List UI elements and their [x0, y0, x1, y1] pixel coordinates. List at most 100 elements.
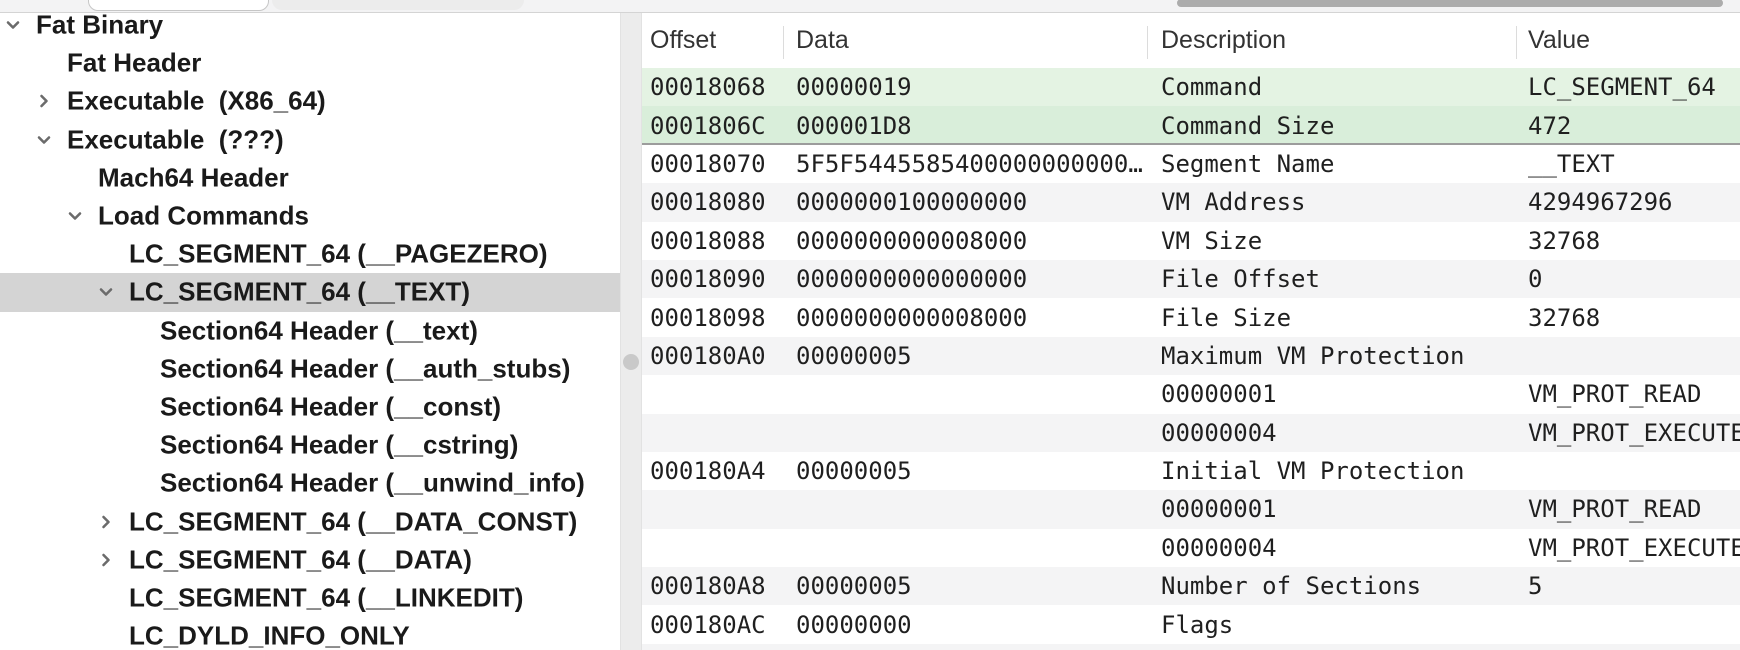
tree-item[interactable]: Load Commands: [0, 197, 620, 235]
tree-item[interactable]: Executable (???): [0, 121, 620, 159]
table-row[interactable]: 000180980000000000008000File Size32768: [642, 298, 1740, 336]
search-field-remnant[interactable]: [88, 0, 269, 11]
table-row[interactable]: 00000004VM_PROT_EXECUTE: [642, 414, 1740, 452]
toolbar-remnant: [0, 0, 1740, 13]
tree-item-label: Fat Header: [67, 48, 201, 79]
cell-value: 32768: [1516, 227, 1740, 255]
cell-description: VM Address: [1147, 188, 1516, 216]
tree-item[interactable]: Section64 Header (__text): [0, 312, 620, 350]
cell-offset: 00018070: [642, 150, 783, 178]
splitter-handle-dot[interactable]: [623, 354, 639, 370]
tree-item-label: Section64 Header (__auth_stubs): [160, 353, 570, 384]
tree-item[interactable]: Executable (X86_64): [0, 82, 620, 120]
cell-offset: 00018080: [642, 188, 783, 216]
cell-value: LC_SEGMENT_64: [1516, 73, 1740, 101]
cell-value: 5: [1516, 572, 1740, 600]
cell-value: 0: [1516, 265, 1740, 293]
table-row[interactable]: 000180880000000000008000VM Size32768: [642, 222, 1740, 260]
tree-item-label: Executable (???): [67, 124, 284, 155]
tree-item-label: Executable (X86_64): [67, 86, 326, 117]
table-row[interactable]: 00000004VM_PROT_EXECUTE: [642, 529, 1740, 567]
chevron-down-icon[interactable]: [1, 13, 25, 37]
table-row[interactable]: [642, 644, 1740, 650]
cell-offset: 000180A4: [642, 457, 783, 485]
tree-item[interactable]: Section64 Header (__const): [0, 388, 620, 426]
tree-item[interactable]: Fat Binary: [0, 13, 620, 44]
chevron-down-icon[interactable]: [32, 128, 56, 152]
cell-description: 00000004: [1147, 534, 1516, 562]
cell-description: 00000001: [1147, 380, 1516, 408]
tree-item-label: LC_SEGMENT_64 (__DATA): [129, 544, 472, 575]
tree-item[interactable]: Section64 Header (__cstring): [0, 426, 620, 464]
table-row[interactable]: 000180A000000005Maximum VM Protection: [642, 337, 1740, 375]
tree-item[interactable]: Section64 Header (__unwind_info): [0, 464, 620, 502]
cell-data: 00000005: [783, 342, 1147, 370]
tree-item[interactable]: Section64 Header (__auth_stubs): [0, 350, 620, 388]
chevron-right-icon[interactable]: [94, 510, 118, 534]
chevron-down-icon[interactable]: [94, 280, 118, 304]
tree-item[interactable]: LC_SEGMENT_64 (__PAGEZERO): [0, 235, 620, 273]
tree-item[interactable]: LC_SEGMENT_64 (__LINKEDIT): [0, 579, 620, 617]
table-row[interactable]: 0001806C000001D8Command Size472: [642, 106, 1740, 144]
cell-description: Command Size: [1147, 112, 1516, 140]
sidebar-tree: Fat Binary Fat Header Executable (X86_64) E…: [0, 13, 620, 650]
table-row[interactable]: 00000001VM_PROT_READ: [642, 490, 1740, 528]
tree-item-label: LC_SEGMENT_64 (__PAGEZERO): [129, 239, 548, 270]
cell-offset: 000180AC: [642, 611, 783, 639]
cell-value: VM_PROT_READ: [1516, 380, 1740, 408]
cell-offset: 00018068: [642, 73, 783, 101]
scrollbar-remnant[interactable]: [1177, 0, 1723, 7]
cell-offset: 00018088: [642, 227, 783, 255]
column-header-description[interactable]: Description: [1147, 26, 1516, 55]
tree-item-label: Load Commands: [98, 201, 309, 232]
chevron-down-icon[interactable]: [63, 204, 87, 228]
binary-inspector-window: Fat Binary Fat Header Executable (X86_64) E…: [0, 0, 1740, 650]
table-row[interactable]: 000180A800000005Number of Sections5: [642, 567, 1740, 605]
cell-data: 00000005: [783, 572, 1147, 600]
cell-description: Command: [1147, 73, 1516, 101]
cell-description: 00000004: [1147, 419, 1516, 447]
cell-offset: 00018090: [642, 265, 783, 293]
table-row[interactable]: 0001806800000019CommandLC_SEGMENT_64: [642, 68, 1740, 106]
column-separator[interactable]: [1147, 26, 1148, 59]
cell-data: 0000000100000000: [783, 188, 1147, 216]
pane-splitter[interactable]: [620, 13, 642, 650]
table-row[interactable]: 000180AC00000000Flags: [642, 605, 1740, 643]
chevron-right-icon[interactable]: [32, 89, 56, 113]
cell-value: VM_PROT_EXECUTE: [1516, 419, 1740, 447]
cell-value: 32768: [1516, 304, 1740, 332]
table-row[interactable]: 000180705F5F5445585400000000000…Segment …: [642, 145, 1740, 183]
table-row[interactable]: 000180A400000005Initial VM Protection: [642, 452, 1740, 490]
column-separator[interactable]: [1516, 26, 1517, 59]
column-header-data[interactable]: Data: [783, 26, 1147, 55]
cell-data: 0000000000008000: [783, 227, 1147, 255]
cell-description: Flags: [1147, 611, 1516, 639]
column-header-offset[interactable]: Offset: [642, 26, 783, 55]
tree-item[interactable]: Fat Header: [0, 44, 620, 82]
cell-value: 472: [1516, 112, 1740, 140]
tree-item-label: Fat Binary: [36, 13, 163, 41]
cell-description: File Offset: [1147, 265, 1516, 293]
detail-table: OffsetDataDescriptionValue 0001806800000…: [642, 13, 1740, 650]
cell-offset: 000180A8: [642, 572, 783, 600]
cell-offset: 0001806C: [642, 112, 783, 140]
tree-item[interactable]: LC_SEGMENT_64 (__DATA_CONST): [0, 502, 620, 540]
tree-item[interactable]: Mach64 Header: [0, 159, 620, 197]
cell-data: 00000005: [783, 457, 1147, 485]
column-separator[interactable]: [783, 26, 784, 59]
column-header-value[interactable]: Value: [1516, 26, 1740, 55]
cell-value: __TEXT: [1516, 150, 1740, 178]
tree-item[interactable]: LC_DYLD_INFO_ONLY: [0, 617, 620, 650]
table-row[interactable]: 00000001VM_PROT_READ: [642, 375, 1740, 413]
tree: Fat Binary Fat Header Executable (X86_64) E…: [0, 13, 620, 650]
tree-item[interactable]: LC_SEGMENT_64 (__DATA): [0, 541, 620, 579]
chevron-right-icon[interactable]: [94, 548, 118, 572]
cell-description: File Size: [1147, 304, 1516, 332]
cell-data: 5F5F5445585400000000000…: [783, 150, 1147, 178]
tree-item-label: LC_SEGMENT_64 (__TEXT): [129, 277, 470, 308]
table-row[interactable]: 000180800000000100000000VM Address429496…: [642, 183, 1740, 221]
cell-description: 00000001: [1147, 495, 1516, 523]
tree-item[interactable]: LC_SEGMENT_64 (__TEXT): [0, 273, 620, 311]
table-row[interactable]: 000180900000000000000000File Offset0: [642, 260, 1740, 298]
tree-item-label: Section64 Header (__const): [160, 391, 501, 422]
